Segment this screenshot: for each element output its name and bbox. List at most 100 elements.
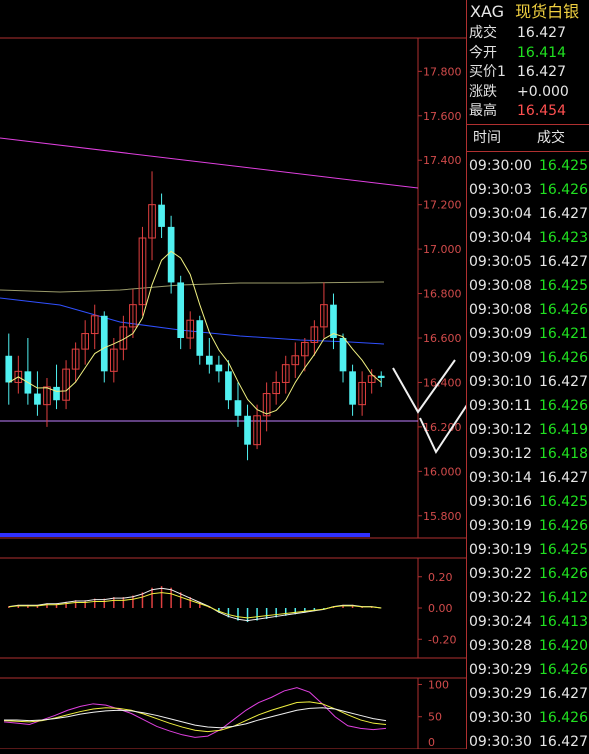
tick-time: 09:30:08 [469,277,532,294]
tick-price: 16.413 [539,613,588,630]
tick-row: 09:30:30 16.427 [467,730,589,754]
tick-time: 09:30:08 [469,301,532,318]
tick-time: 09:30:12 [469,421,532,438]
ma-long-line [0,281,385,293]
quote-value: +0.000 [517,83,569,100]
tick-time: 09:30:04 [469,229,532,246]
quote-value: 16.414 [517,44,566,61]
candle-body [244,415,251,445]
candle-body [225,371,232,401]
symbol-name: 现货白银 [515,2,580,21]
tick-row: 09:30:22 16.412 [467,586,589,610]
price-tick-label: 15.800 [423,510,462,523]
tick-row: 09:30:03 16.426 [467,178,589,202]
ticks-header-time: 时间 [473,129,501,146]
kdj-line [3,701,387,733]
price-tick-label: 16.000 [423,465,462,478]
tick-price: 16.423 [539,229,588,246]
kdj-tick-label: 50 [428,711,442,724]
macd-dea-line [8,592,382,619]
price-tick-label: 17.600 [423,110,462,123]
tick-time: 09:30:28 [469,637,532,654]
quote-label: 买价1 [469,64,506,80]
volume-bar-strip [0,533,370,537]
tick-price: 16.425 [539,157,588,174]
tick-price: 16.427 [539,469,588,486]
quote-row: 涨跌 +0.000 [467,83,589,103]
tick-price: 16.427 [539,733,588,750]
quote-label: 最高 [469,103,497,119]
tick-row: 09:30:08 16.425 [467,274,589,298]
tick-row: 09:30:29 16.427 [467,682,589,706]
tick-time: 09:30:09 [469,349,532,366]
tick-price: 16.426 [539,709,588,726]
tick-row: 09:30:11 16.426 [467,394,589,418]
tick-time: 09:30:30 [469,709,532,726]
tick-price: 16.425 [539,541,588,558]
tick-price: 16.427 [539,205,588,222]
candle-body [100,315,108,372]
quote-panel: XAG 现货白银 成交 16.427 今开 16.414 买价1 16.427 涨跌 +0.0… [466,0,589,750]
tick-time: 09:30:00 [469,157,532,174]
tick-time: 09:30:29 [469,685,532,702]
tick-time: 09:30:10 [469,373,532,390]
tick-price: 16.427 [539,373,588,390]
tick-price: 16.420 [539,637,588,654]
price-tick-label: 17.000 [423,243,462,256]
tick-time: 09:30:24 [469,613,532,630]
tick-price: 16.412 [539,589,588,606]
tick-row: 09:30:08 16.426 [467,298,589,322]
ticks-list[interactable]: 09:30:00 16.425 09:30:03 16.426 09:30:04 16.4… [467,154,589,754]
tick-time: 09:30:12 [469,445,532,462]
quote-value: 16.427 [517,25,566,41]
tick-time: 09:30:29 [469,661,532,678]
tick-time: 09:30:16 [469,493,532,510]
quote-row: 买价1 16.427 [467,63,589,83]
tick-row: 09:30:09 16.421 [467,322,589,346]
price-tick-label: 17.400 [423,154,462,167]
chart-area[interactable]: 17.800 17.600 17.400 17.200 17.000 16.800 16.6… [0,0,466,749]
tick-time: 09:30:22 [469,565,532,582]
candle-body [330,304,337,338]
candle-body [34,393,41,405]
candle-body [205,355,213,365]
quote-divider [467,123,589,125]
tick-price: 16.426 [539,565,588,582]
tick-time: 09:30:19 [469,517,532,534]
price-tick-label: 16.800 [423,288,462,301]
candle-body [196,320,204,356]
quote-row: 今开 16.414 [467,44,589,64]
macd-tick-label: -0.20 [428,633,456,646]
tick-row: 09:30:28 16.420 [467,634,589,658]
tick-price: 16.419 [539,421,588,438]
quote-rows: 成交 16.427 今开 16.414 买价1 16.427 涨跌 +0.000 最高 16.45… [467,24,589,122]
tick-row: 09:30:16 16.425 [467,490,589,514]
candle-body [349,371,356,405]
candle-body [177,282,185,338]
tick-price: 16.418 [539,445,588,462]
quote-value: 16.454 [517,103,566,119]
tick-row: 09:30:12 16.419 [467,418,589,442]
quote-row: 成交 16.427 [467,24,589,44]
kline-chart[interactable]: 17.800 17.600 17.400 17.200 17.000 16.800 16.6… [0,0,466,749]
tick-price: 16.427 [539,685,588,702]
price-tick-label: 17.800 [423,65,462,78]
candle-body [215,364,223,372]
tick-time: 09:30:22 [469,589,532,606]
tick-row: 09:30:09 16.426 [467,346,589,370]
tick-time: 09:30:14 [469,469,532,486]
kdj-tick-label: 0 [428,736,435,749]
tick-row: 09:30:24 16.413 [467,610,589,634]
quote-label: 涨跌 [469,83,497,100]
tick-time: 09:30:11 [469,397,532,414]
tick-row: 09:30:19 16.425 [467,538,589,562]
macd-tick-label: 0.00 [428,602,453,615]
tick-time: 09:30:30 [469,733,532,750]
macd-dif-line [8,587,382,622]
quote-row: 最高 16.454 [467,102,589,122]
tick-price: 16.426 [539,661,588,678]
candle-body [234,400,242,416]
candle-body [377,375,385,378]
tick-price: 16.425 [539,277,588,294]
tick-row: 09:30:05 16.427 [467,250,589,274]
